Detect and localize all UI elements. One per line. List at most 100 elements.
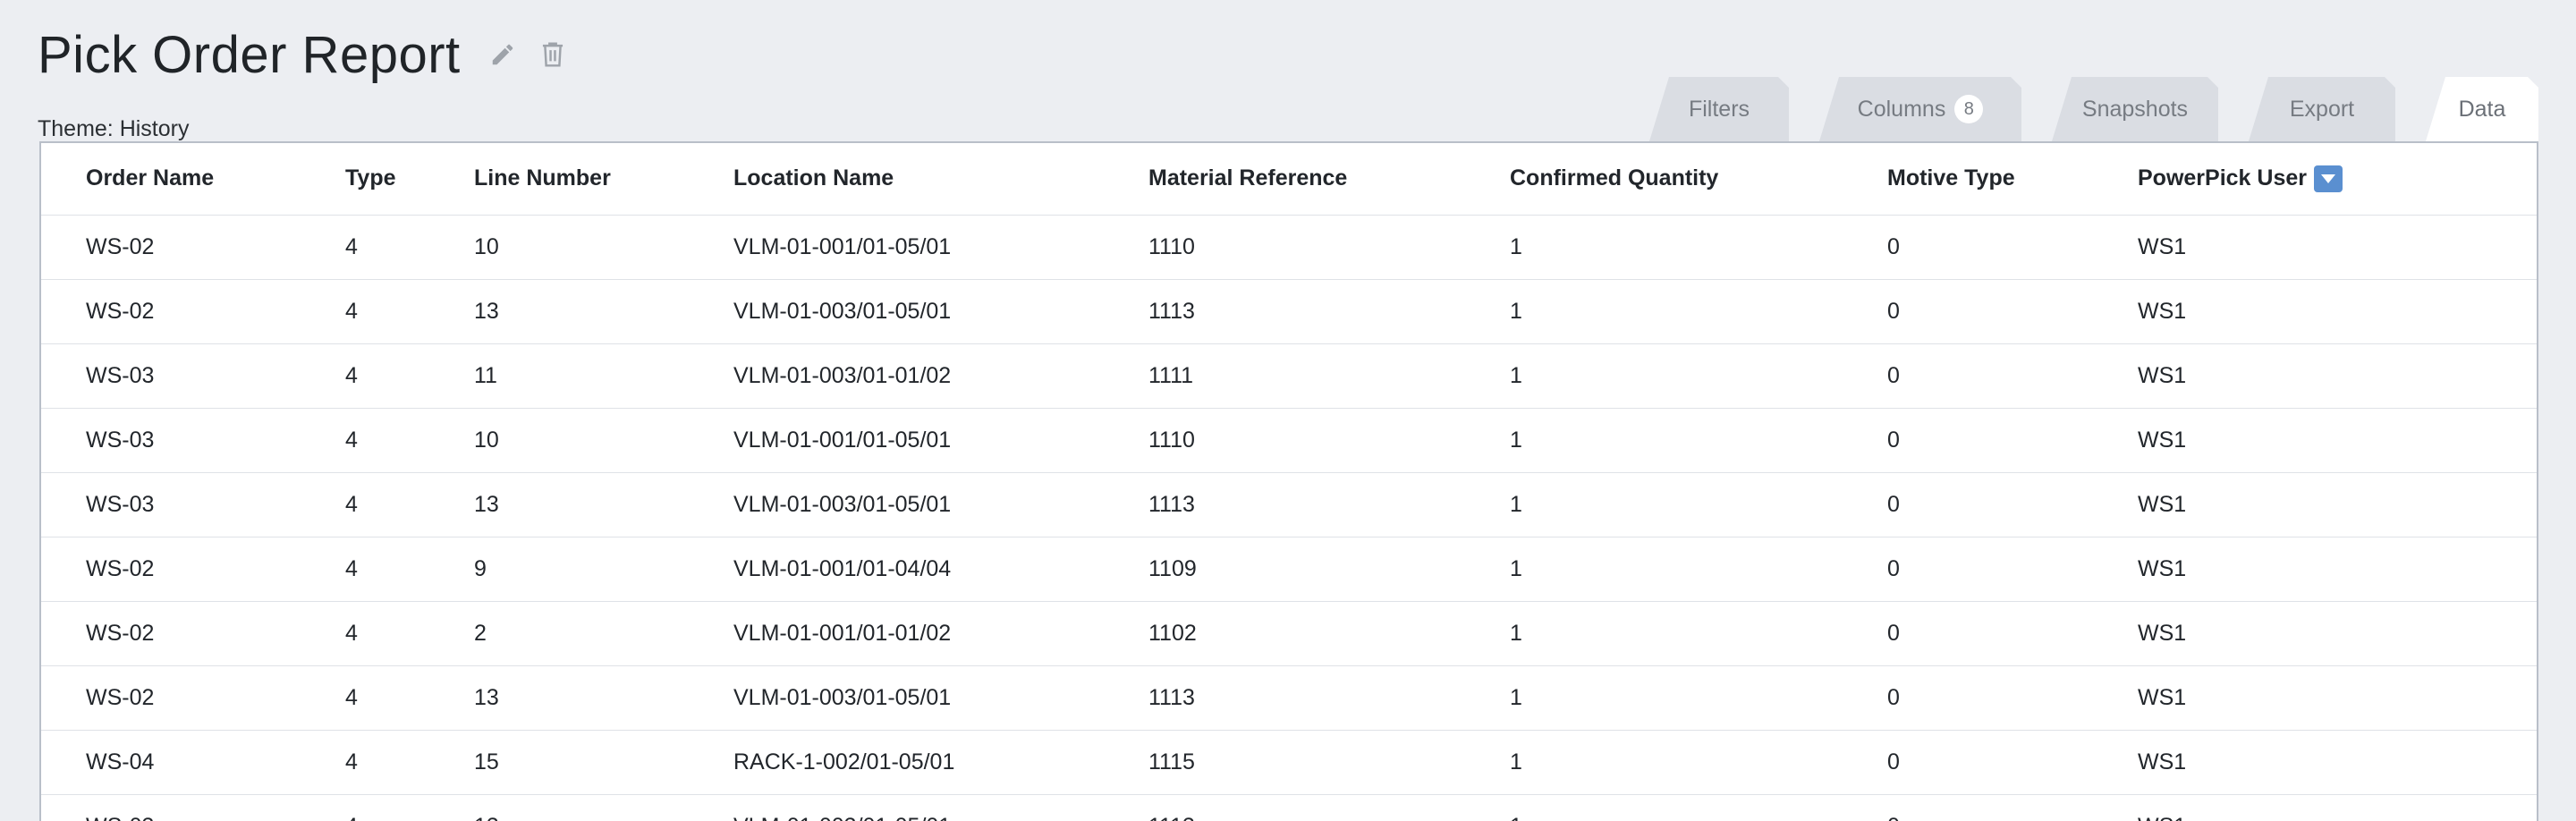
table-cell: WS1 [2138,601,2537,666]
table-cell: WS1 [2138,665,2537,731]
table-header-row: Order Name Type Line Number Location Nam… [41,143,2537,216]
table-cell: 1113 [1148,665,1510,731]
table-cell: 13 [474,279,733,344]
table-cell: 4 [345,472,474,537]
table-row[interactable]: WS-02 4 13 VLM-01-003/01-05/01 1113 1 0 WS1 [41,665,2537,731]
tab-snapshots[interactable]: Snapshots [2052,77,2218,141]
table-cell: 0 [1887,408,2138,473]
edit-pencil-icon[interactable] [487,39,518,70]
table-cell: WS-02 [41,601,345,666]
table-cell: 13 [474,794,733,821]
table-cell: WS-02 [41,537,345,602]
table-cell: 1 [1510,408,1887,473]
table-cell: VLM-01-003/01-05/01 [733,279,1148,344]
table-cell: 4 [345,215,474,280]
table-cell: VLM-01-003/01-05/01 [733,665,1148,731]
table-cell: 1 [1510,279,1887,344]
table-cell: 0 [1887,794,2138,821]
table-cell: 15 [474,730,733,795]
columns-count-badge: 8 [1954,95,1983,123]
table-cell: 4 [345,408,474,473]
tab-label: Data [2458,96,2506,122]
tab-data[interactable]: Data [2426,77,2538,141]
table-cell: 1110 [1148,408,1510,473]
tab-columns[interactable]: Columns 8 [1819,77,2021,141]
table-cell: 1113 [1148,794,1510,821]
table-row[interactable]: WS-03 4 11 VLM-01-003/01-01/02 1111 1 0 WS1 [41,343,2537,409]
table-cell: 11 [474,343,733,409]
table-cell: 0 [1887,601,2138,666]
table-cell: 1 [1510,665,1887,731]
table-cell: WS1 [2138,537,2537,602]
table-cell: 0 [1887,730,2138,795]
table-cell: VLM-01-003/01-01/02 [733,343,1148,409]
table-cell: 1110 [1148,215,1510,280]
table-row[interactable]: WS-04 4 15 RACK-1-002/01-05/01 1115 1 0 WS1 [41,730,2537,795]
table-cell: 1 [1510,537,1887,602]
table-cell: VLM-01-001/01-05/01 [733,215,1148,280]
report-tabs: Filters Columns 8 Snapshots Export Data [1619,77,2538,141]
page-title: Pick Order Report [38,25,461,84]
table-row[interactable]: WS-03413VLM-01-003/01-05/01111310WS1 [41,472,2537,537]
theme-label: Theme: History [38,116,190,141]
column-header-line-number[interactable]: Line Number [474,143,733,216]
table-cell: 4 [345,343,474,409]
delete-trash-icon[interactable] [538,39,568,70]
table-cell: 13 [474,472,733,537]
tab-label: Export [2289,96,2355,122]
column-header-confirmed-quantity[interactable]: Confirmed Quantity [1510,143,1887,216]
table-row[interactable]: WS-02 4 10 VLM-01-001/01-05/01 1110 1 0 WS1 [41,215,2537,280]
data-table-panel: Order Name Type Line Number Location Nam… [39,141,2538,821]
table-cell: 1113 [1148,279,1510,344]
table-cell: WS1 [2138,279,2537,344]
table-cell: 10 [474,215,733,280]
table-cell: WS1 [2138,472,2537,537]
column-header-location-name[interactable]: Location Name [733,143,1148,216]
table-cell: 1109 [1148,537,1510,602]
column-header-order-name[interactable]: Order Name [41,143,345,216]
table-cell: 1115 [1148,730,1510,795]
table-cell: WS1 [2138,215,2537,280]
table-cell: VLM-01-001/01-04/04 [733,537,1148,602]
table-cell: RACK-1-002/01-05/01 [733,730,1148,795]
table-body: WS-02 4 10 VLM-01-001/01-05/01 1110 1 0 WS1 WS-0… [41,215,2537,821]
table-cell: 0 [1887,215,2138,280]
table-row[interactable]: WS-02 4 2 VLM-01-001/01-01/02 1102 1 0 WS1 [41,601,2537,666]
sort-descending-icon[interactable] [2314,165,2343,192]
table-row[interactable]: WS-02 4 9 VLM-01-001/01-04/04 1109 1 0 WS1 [41,537,2537,602]
table-row[interactable]: WS-02 4 13 VLM-01-003/01-05/01 1113 1 0 WS1 [41,279,2537,344]
table-cell: WS-03 [41,343,345,409]
table-cell: 1 [1510,730,1887,795]
column-header-motive-type[interactable]: Motive Type [1887,143,2138,216]
table-cell: 0 [1887,343,2138,409]
table-cell: WS-03 [41,794,345,821]
table-cell: WS1 [2138,408,2537,473]
table-row[interactable]: WS-03 4 10 VLM-01-001/01-05/01 1110 1 0 WS1 [41,408,2537,473]
table-cell: WS1 [2138,343,2537,409]
report-page: Pick Order Report Theme: History Filters… [0,0,2576,821]
table-cell: 1 [1510,215,1887,280]
table-row[interactable]: WS-03413VLM-01-003/01-05/01111310WS1 [41,794,2537,821]
table-cell: WS-03 [41,472,345,537]
table-cell: 1102 [1148,601,1510,666]
table-cell: 4 [345,537,474,602]
tab-filters[interactable]: Filters [1649,77,1789,141]
column-header-powerpick-user[interactable]: PowerPick User [2138,143,2537,216]
table-cell: 2 [474,601,733,666]
table-cell: 13 [474,665,733,731]
tab-label: Filters [1688,96,1750,122]
table-cell: 10 [474,408,733,473]
table-cell: 0 [1887,279,2138,344]
table-cell: 9 [474,537,733,602]
table-cell: WS1 [2138,730,2537,795]
table-cell: 1 [1510,343,1887,409]
tab-label: Snapshots [2081,96,2189,122]
table-cell: WS-02 [41,665,345,731]
data-table: Order Name Type Line Number Location Nam… [41,143,2537,821]
table-cell: 4 [345,279,474,344]
table-cell: WS-04 [41,730,345,795]
column-header-type[interactable]: Type [345,143,474,216]
column-header-material-reference[interactable]: Material Reference [1148,143,1510,216]
table-cell: VLM-01-001/01-01/02 [733,601,1148,666]
tab-export[interactable]: Export [2249,77,2395,141]
